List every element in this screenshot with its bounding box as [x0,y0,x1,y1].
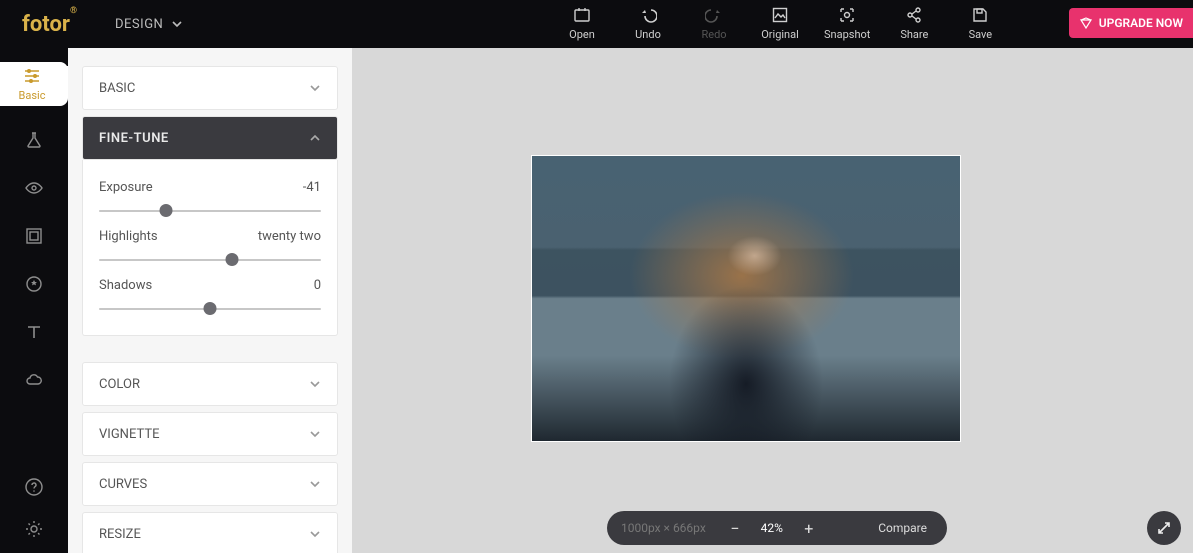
upgrade-label: UPGRADE NOW [1099,16,1183,30]
save-label: Save [969,28,993,41]
logo: fotor® [22,11,77,37]
share-button[interactable]: Share [892,6,936,41]
undo-button[interactable]: Undo [626,6,670,41]
exposure-track[interactable] [99,203,321,219]
open-label: Open [569,28,595,41]
canvas-area[interactable]: 1000px × 666px − 42% + Compare [352,48,1193,553]
section-finetune[interactable]: FINE-TUNE [82,116,338,160]
section-basic-label: BASIC [99,81,135,96]
design-dropdown[interactable]: DESIGN [115,17,183,32]
zoom-in-button[interactable]: + [794,519,824,538]
open-button[interactable]: Open [560,6,604,41]
expand-icon [1156,520,1172,536]
finetune-body: Exposure -41 Highlights twenty two Shado… [82,160,338,336]
section-resize[interactable]: RESIZE [82,512,338,553]
image-dimensions: 1000px × 666px [607,521,720,535]
snapshot-button[interactable]: Snapshot [824,6,870,41]
open-icon [573,6,591,24]
rail-basic[interactable]: Basic [0,62,68,106]
zoom-out-button[interactable]: − [720,519,750,538]
exposure-value: -41 [303,180,321,195]
highlights-value: twenty two [258,229,321,244]
logo-registered: ® [70,6,77,16]
exposure-label: Exposure [99,180,153,195]
exposure-slider[interactable]: Exposure -41 [99,180,321,219]
status-bar: 1000px × 666px − 42% + Compare [607,511,947,545]
share-label: Share [900,28,928,41]
rail-beauty[interactable] [0,174,68,202]
rail-stickers[interactable] [0,270,68,298]
rail-basic-label: Basic [19,89,46,102]
snapshot-icon [838,6,856,24]
redo-button[interactable]: Redo [692,6,736,41]
section-curves-label: CURVES [99,477,147,492]
section-color[interactable]: COLOR [82,362,338,406]
help-icon[interactable] [24,477,44,497]
original-icon [771,6,789,24]
save-button[interactable]: Save [958,6,1002,41]
canvas-image[interactable] [532,156,960,441]
design-label: DESIGN [115,17,163,32]
expand-button[interactable] [1147,511,1181,545]
highlights-track[interactable] [99,252,321,268]
chevron-down-icon [309,478,321,490]
redo-label: Redo [701,28,726,41]
adjust-panel: BASIC FINE-TUNE Exposure -41 Highlights … [68,48,352,553]
text-icon [24,322,44,342]
zoom-value: 42% [750,521,794,535]
undo-icon [639,6,657,24]
rail-frames[interactable] [0,222,68,250]
upgrade-button[interactable]: UPGRADE NOW [1069,8,1193,38]
shadows-track[interactable] [99,301,321,317]
star-circle-icon [24,274,44,294]
compare-button[interactable]: Compare [878,521,947,535]
rail-bottom [24,477,44,539]
frame-icon [24,226,44,246]
section-basic[interactable]: BASIC [82,66,338,110]
section-vignette[interactable]: VIGNETTE [82,412,338,456]
section-finetune-label: FINE-TUNE [99,131,169,146]
sliders-icon [22,66,42,86]
chevron-down-icon [171,18,183,30]
settings-icon[interactable] [24,519,44,539]
section-resize-label: RESIZE [99,527,141,542]
save-icon [971,6,989,24]
section-curves[interactable]: CURVES [82,462,338,506]
rail-effects[interactable] [0,126,68,154]
left-rail: Basic [0,48,68,553]
snapshot-label: Snapshot [824,28,870,41]
flask-icon [24,130,44,150]
chevron-down-icon [309,378,321,390]
chevron-down-icon [309,528,321,540]
top-actions: Open Undo Redo Original Snapshot Share S… [560,0,1002,48]
shadows-value: 0 [314,278,321,293]
highlights-slider[interactable]: Highlights twenty two [99,229,321,268]
diamond-icon [1079,16,1093,30]
eye-icon [24,178,44,198]
redo-icon [705,6,723,24]
original-button[interactable]: Original [758,6,802,41]
section-color-label: COLOR [99,377,140,392]
shadows-label: Shadows [99,278,152,293]
shadows-slider[interactable]: Shadows 0 [99,278,321,317]
top-bar: fotor® DESIGN Open Undo Redo Original Sn… [0,0,1193,48]
rail-cloud[interactable] [0,366,68,394]
undo-label: Undo [635,28,661,41]
rail-text[interactable] [0,318,68,346]
chevron-up-icon [309,132,321,144]
logo-text: fotor [22,12,70,37]
cloud-icon [24,370,44,390]
share-icon [905,6,923,24]
chevron-down-icon [309,82,321,94]
highlights-label: Highlights [99,229,158,244]
section-vignette-label: VIGNETTE [99,427,159,442]
original-label: Original [761,28,799,41]
chevron-down-icon [309,428,321,440]
